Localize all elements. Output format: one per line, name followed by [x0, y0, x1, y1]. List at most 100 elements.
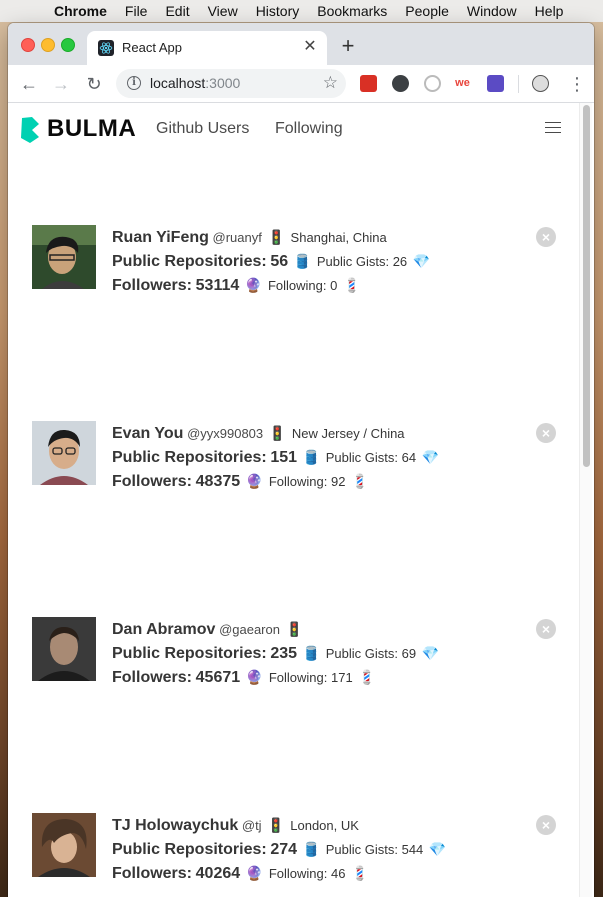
- user-location: Shanghai, China: [290, 230, 387, 245]
- menu-window[interactable]: Window: [467, 0, 517, 22]
- delete-user-button[interactable]: ×: [536, 815, 556, 835]
- traffic-light-icon: 🚦: [267, 229, 285, 245]
- followers-line: Followers: 48375 🔮 Following: 92 💈: [112, 469, 532, 493]
- user-name[interactable]: Evan You: [112, 425, 183, 442]
- followers-count: 48375: [195, 473, 241, 490]
- site-navbar: BULMA Github Users Following: [8, 103, 580, 155]
- url-text[interactable]: localhost:3000: [150, 75, 240, 91]
- oil-drum-icon: 🛢️: [293, 253, 312, 269]
- delete-user-button[interactable]: ×: [536, 227, 556, 247]
- gem-icon: 💎: [412, 253, 431, 269]
- user-card: Evan You @yyx990803 🚦 New Jersey / China…: [32, 421, 562, 521]
- following-count: 92: [330, 474, 346, 489]
- bookmark-star-icon[interactable]: ☆: [323, 73, 338, 93]
- followers-line: Followers: 45671 🔮 Following: 171 💈: [112, 665, 532, 689]
- user-name[interactable]: Dan Abramov: [112, 621, 215, 638]
- site-info-icon[interactable]: i: [127, 76, 141, 90]
- following-label: Following:: [268, 474, 328, 489]
- repos-label: Public Repositories:: [112, 253, 267, 270]
- gists-count: 69: [401, 646, 417, 661]
- menu-app-name[interactable]: Chrome: [54, 0, 107, 22]
- nav-following[interactable]: Following: [275, 119, 343, 139]
- minimize-window-button[interactable]: [41, 38, 55, 52]
- followers-count: 40264: [195, 865, 241, 882]
- followers-label: Followers:: [112, 865, 193, 882]
- menu-view[interactable]: View: [208, 0, 238, 22]
- zoom-window-button[interactable]: [61, 38, 75, 52]
- menu-people[interactable]: People: [405, 0, 449, 22]
- extension-we-icon[interactable]: we: [454, 75, 471, 92]
- gists-count: 26: [392, 254, 408, 269]
- user-name-line: Ruan YiFeng @ruanyf 🚦 Shanghai, China: [112, 225, 532, 249]
- close-window-button[interactable]: [21, 38, 35, 52]
- forward-arrow-icon[interactable]: →: [50, 73, 72, 95]
- browser-toolbar: ← → ↻ i localhost:3000 ☆ we ⋮: [8, 65, 594, 103]
- user-name[interactable]: TJ Holowaychuk: [112, 817, 238, 834]
- extension-circle-icon[interactable]: [424, 75, 441, 92]
- repos-label: Public Repositories:: [112, 841, 267, 858]
- back-arrow-icon[interactable]: ←: [18, 73, 40, 95]
- bulma-logo-mark-icon: [21, 117, 39, 143]
- avatar[interactable]: [32, 617, 96, 681]
- user-card: TJ Holowaychuk @tj 🚦 London, UK Public R…: [32, 813, 562, 897]
- following-label: Following:: [268, 670, 328, 685]
- close-tab-icon[interactable]: ✕: [301, 38, 319, 56]
- menu-file[interactable]: File: [125, 0, 148, 22]
- barber-pole-icon: 💈: [351, 865, 369, 881]
- crystal-ball-icon: 🔮: [245, 865, 264, 881]
- repos-label: Public Repositories:: [112, 449, 267, 466]
- repos-count: 151: [270, 449, 298, 466]
- repos-label: Public Repositories:: [112, 645, 267, 662]
- oil-drum-icon: 🛢️: [302, 841, 321, 857]
- extension-purple-icon[interactable]: [487, 75, 504, 92]
- barber-pole-icon: 💈: [351, 473, 369, 489]
- address-bar[interactable]: i localhost:3000 ☆: [116, 69, 346, 98]
- chrome-menu-icon[interactable]: ⋮: [568, 73, 586, 95]
- following-count: 0: [330, 278, 338, 293]
- gists-label: Public Gists:: [316, 254, 390, 269]
- user-handle[interactable]: @gaearon: [219, 622, 280, 637]
- followers-label: Followers:: [112, 669, 193, 686]
- scrollbar-thumb[interactable]: [583, 105, 590, 467]
- browser-tab[interactable]: React App ✕: [87, 31, 327, 65]
- page-viewport: BULMA Github Users Following Ruan YiFeng…: [8, 103, 594, 897]
- following-count: 171: [330, 670, 353, 685]
- delete-user-button[interactable]: ×: [536, 423, 556, 443]
- user-handle[interactable]: @tj: [242, 818, 262, 833]
- new-tab-icon[interactable]: +: [338, 35, 358, 57]
- menu-edit[interactable]: Edit: [165, 0, 189, 22]
- profile-avatar-icon[interactable]: [532, 75, 549, 92]
- menu-history[interactable]: History: [256, 0, 300, 22]
- user-name[interactable]: Ruan YiFeng: [112, 229, 209, 246]
- delete-user-button[interactable]: ×: [536, 619, 556, 639]
- gists-count: 64: [401, 450, 417, 465]
- menu-bookmarks[interactable]: Bookmarks: [317, 0, 387, 22]
- tab-title: React App: [122, 40, 182, 55]
- bulma-logo[interactable]: BULMA: [20, 116, 136, 143]
- oil-drum-icon: 🛢️: [302, 449, 321, 465]
- nav-github-users[interactable]: Github Users: [156, 119, 249, 139]
- repos-count: 56: [270, 253, 289, 270]
- traffic-light-icon: 🚦: [268, 425, 287, 441]
- vertical-scrollbar[interactable]: [579, 103, 592, 897]
- extension-grammarly-icon[interactable]: [392, 75, 409, 92]
- avatar[interactable]: [32, 225, 96, 289]
- macos-menu-bar: Chrome File Edit View History Bookmarks …: [0, 0, 603, 22]
- user-name-line: TJ Holowaychuk @tj 🚦 London, UK: [112, 813, 532, 837]
- user-handle[interactable]: @ruanyf: [213, 230, 262, 245]
- barber-pole-icon: 💈: [358, 669, 376, 685]
- avatar[interactable]: [32, 421, 96, 485]
- user-handle[interactable]: @yyx990803: [187, 426, 263, 441]
- avatar[interactable]: [32, 813, 96, 877]
- followers-label: Followers:: [112, 473, 193, 490]
- menu-help[interactable]: Help: [535, 0, 564, 22]
- gem-icon: 💎: [428, 841, 447, 857]
- barber-pole-icon: 💈: [342, 277, 361, 293]
- hamburger-menu-icon[interactable]: [545, 122, 561, 134]
- reload-icon[interactable]: ↻: [83, 73, 105, 95]
- crystal-ball-icon: 🔮: [244, 277, 263, 293]
- gists-label: Public Gists:: [325, 646, 398, 661]
- extension-red-icon[interactable]: [360, 75, 377, 92]
- user-location: New Jersey / China: [291, 426, 405, 441]
- repos-line: Public Repositories: 235 🛢️ Public Gists…: [112, 641, 532, 665]
